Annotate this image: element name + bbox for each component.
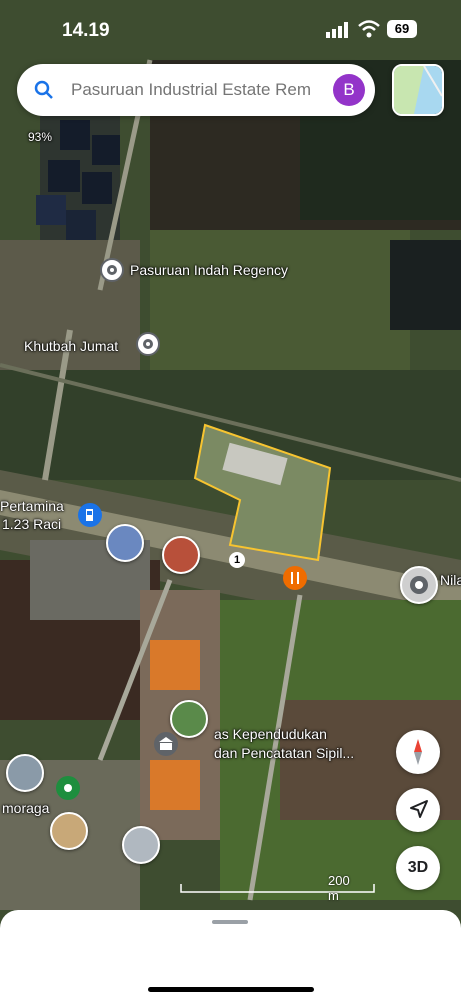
scale-label: 200 m [328,873,350,903]
place-label-nila[interactable]: Nila [440,572,461,588]
avatar[interactable]: B [333,74,365,106]
photo-thumbnail-4[interactable] [6,754,44,792]
photo-thumbnail-1[interactable] [106,524,144,562]
place-label-khutbah[interactable]: Khutbah Jumat [24,338,118,354]
place-label-pertamina[interactable]: Pertamina [0,498,64,514]
recenter-button[interactable] [396,788,440,832]
place-label-dinas-sub[interactable]: dan Pencatatan Sipil... [214,745,354,761]
percent-label: 93% [28,130,53,144]
location-photo-icon[interactable] [400,566,438,604]
search-input[interactable] [71,74,321,106]
gas-station-icon[interactable] [78,503,102,527]
three-d-button[interactable]: 3D [396,846,440,890]
home-indicator[interactable] [148,987,314,992]
wifi-icon [358,20,380,38]
place-label-regency[interactable]: Pasuruan Indah Regency [130,262,288,278]
place-pin-icon[interactable] [100,258,124,282]
search-icon[interactable] [33,79,55,101]
place-label-dinas[interactable]: as Kependudukan [214,726,327,742]
navigation-arrow-icon [410,800,428,818]
status-bar: 14.19 69 [0,0,461,56]
map-thumbnail-icon [394,66,442,114]
search-bar[interactable]: B [17,64,375,116]
battery-icon: 69 [387,20,417,38]
drag-handle[interactable] [212,920,248,924]
status-time: 14.19 [62,20,110,41]
park-pin-icon[interactable] [56,776,80,800]
compass-button[interactable] [396,730,440,774]
layers-button[interactable] [392,64,444,116]
road-shield: 1 [229,552,245,568]
mosque-pin-icon[interactable] [136,332,160,356]
photo-thumbnail-5[interactable] [50,812,88,850]
compass-icon [414,739,422,765]
photo-thumbnail-2[interactable] [162,536,200,574]
place-label-moraga[interactable]: moraga [2,800,49,816]
map-view[interactable]: 93% Pasuruan Indah Regency Khutbah Jumat… [0,0,461,1000]
signal-icon [326,22,348,38]
place-label-pertamina-id[interactable]: 1.23 Raci [2,516,61,532]
photo-thumbnail-6[interactable] [122,826,160,864]
government-building-icon[interactable] [154,732,178,756]
satellite-imagery [0,0,461,1000]
restaurant-icon[interactable] [283,566,307,590]
